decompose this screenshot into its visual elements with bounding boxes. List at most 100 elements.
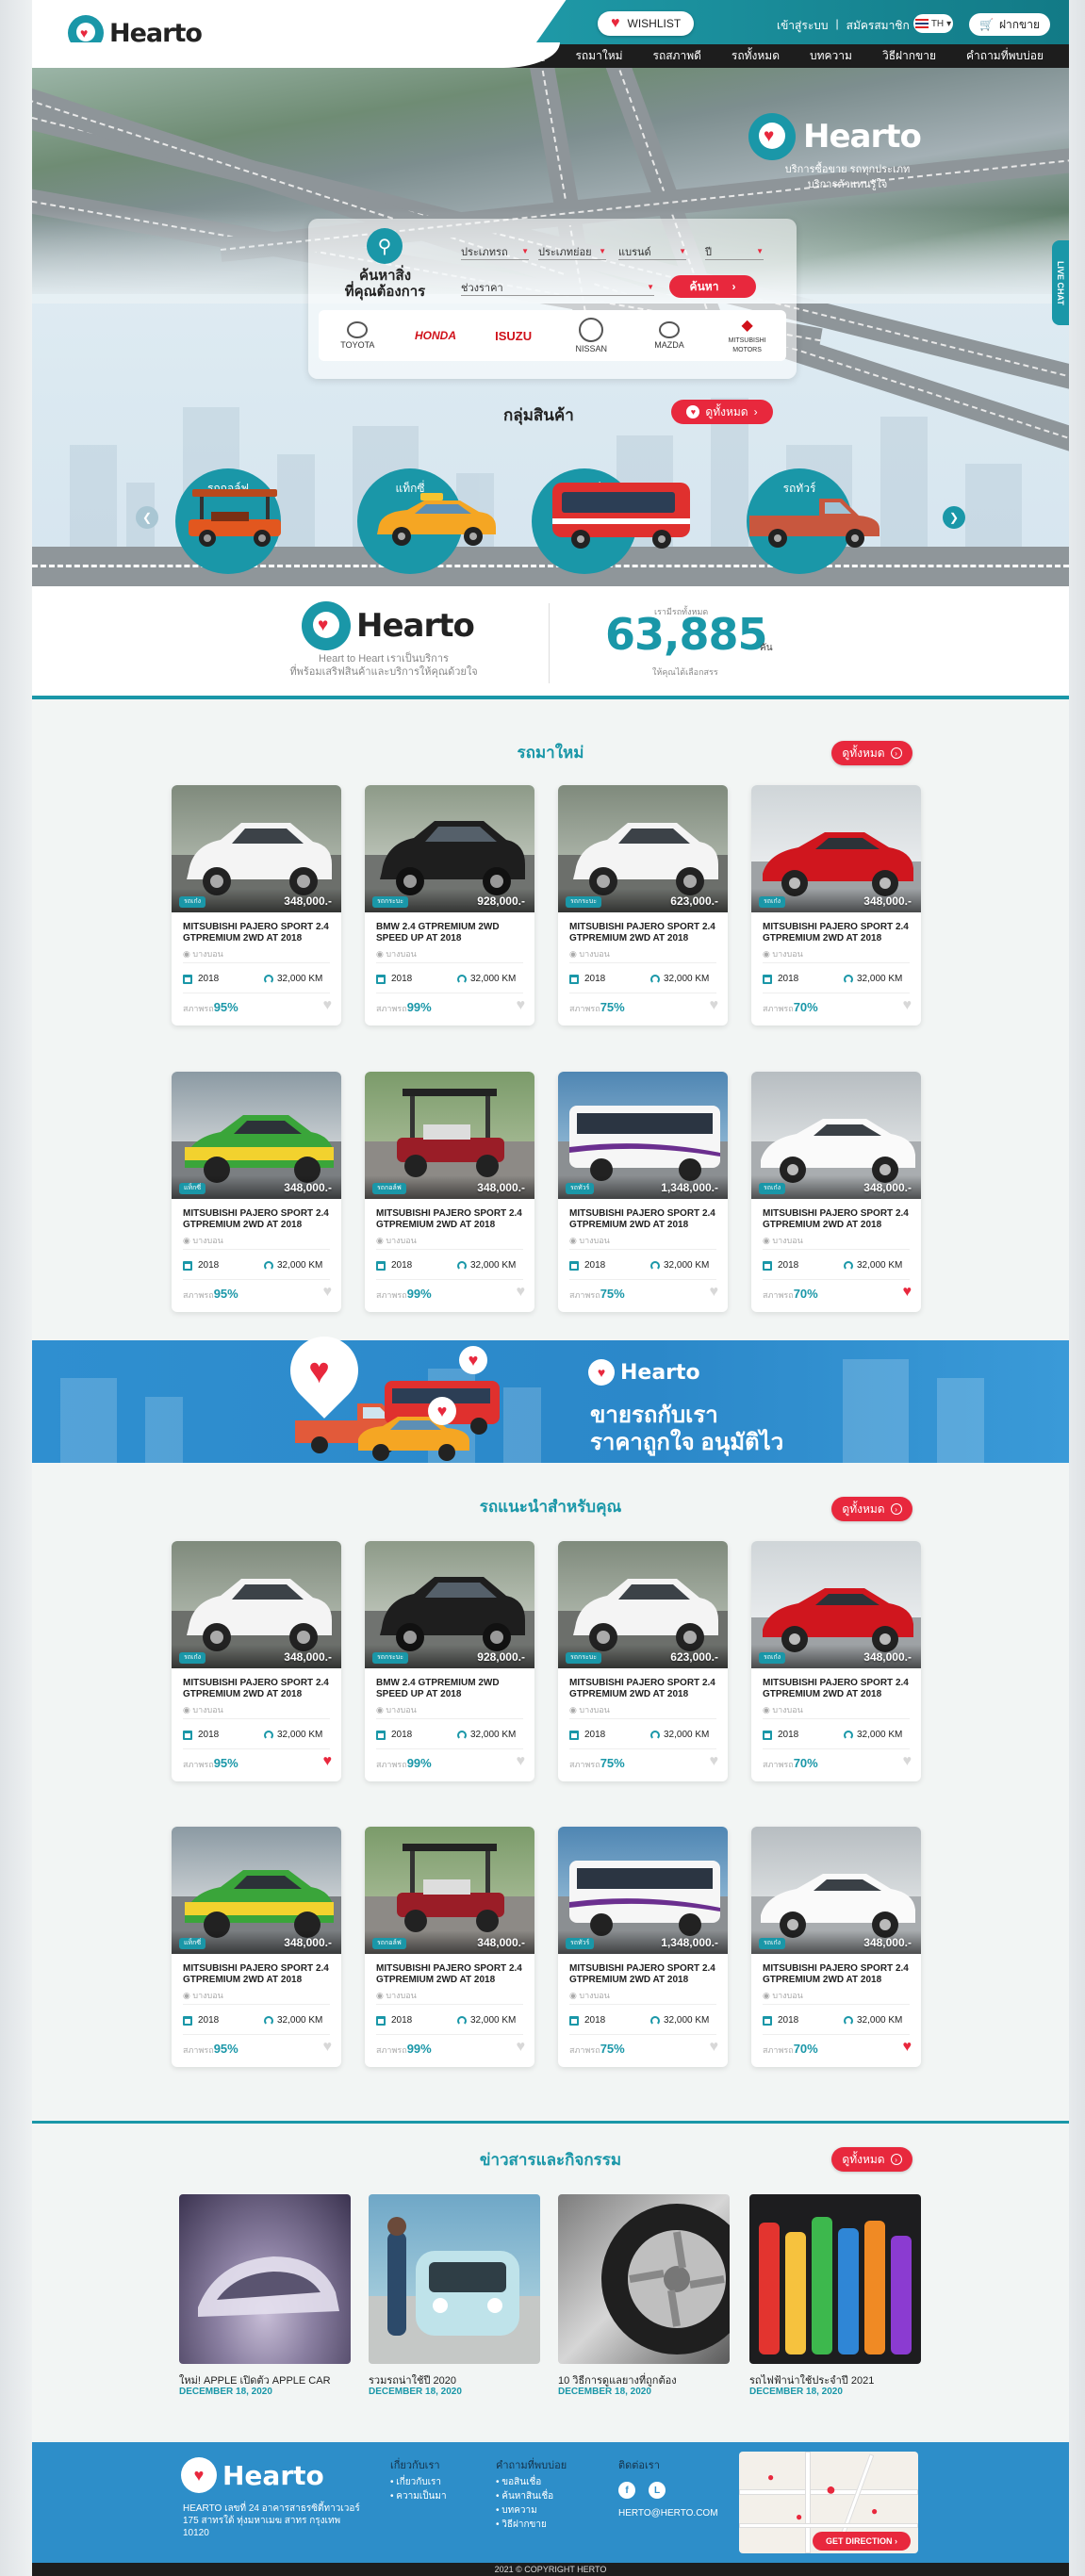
- favorite-heart-icon[interactable]: ♥: [710, 1285, 719, 1300]
- car-card[interactable]: รถกระบะ 928,000.- BMW 2.4 GTPREMIUM 2WD SP…: [365, 1541, 534, 1781]
- car-card[interactable]: รถเก๋ง 348,000.- MITSUBISHI PAJERO SPORT 2…: [751, 1072, 921, 1312]
- footer-logo[interactable]: ♥ Hearto: [181, 2457, 324, 2493]
- car-card[interactable]: รถเก๋ง 348,000.- MITSUBISHI PAJERO SPORT 2…: [751, 785, 921, 1025]
- nav-item-how-to-sell[interactable]: วิธีฝากขาย: [867, 47, 951, 65]
- site-frame: ♥ Hearto ♥ WISHLIST เข้าสู่ระบบ | สมัครส…: [32, 0, 1069, 2576]
- favorite-heart-icon[interactable]: ♥: [323, 2040, 333, 2055]
- type-select[interactable]: ประเภทรถ ▼: [461, 243, 529, 260]
- car-card[interactable]: รถกระบะ 928,000.- BMW 2.4 GTPREMIUM 2WD SP…: [365, 785, 534, 1025]
- search-button[interactable]: ค้นหา ›: [669, 275, 756, 298]
- favorite-heart-icon[interactable]: ♥: [517, 1754, 526, 1769]
- brand-select[interactable]: แบรนด์ ▼: [618, 243, 686, 260]
- footer-link[interactable]: • ขอสินเชื่อ: [496, 2475, 567, 2489]
- favorite-heart-icon[interactable]: ♥: [903, 1754, 912, 1769]
- footer-link[interactable]: • ความเป็นมา: [390, 2489, 447, 2503]
- footer-email[interactable]: HERTO@HERTO.COM: [618, 2508, 718, 2519]
- car-card[interactable]: รถเก๋ง 348,000.- MITSUBISHI PAJERO SPORT 2…: [751, 1541, 921, 1781]
- line-icon[interactable]: L: [649, 2482, 666, 2499]
- favorite-heart-icon[interactable]: ♥: [323, 1754, 333, 1769]
- location-pin-icon: ◉: [569, 1991, 577, 2000]
- car-card[interactable]: รถเก๋ง 348,000.- MITSUBISHI PAJERO SPORT 2…: [751, 1827, 921, 2067]
- carousel-prev-button[interactable]: ❮: [136, 506, 158, 529]
- groups-view-all-button[interactable]: ♥ ดูทั้งหมด ›: [671, 400, 773, 424]
- footer-link[interactable]: • ค้นหาสินเชื่อ: [496, 2489, 567, 2503]
- car-card[interactable]: รถกระบะ 623,000.- MITSUBISHI PAJERO SPORT …: [558, 785, 728, 1025]
- favorite-heart-icon[interactable]: ♥: [710, 1754, 719, 1769]
- favorite-heart-icon[interactable]: ♥: [323, 998, 333, 1013]
- brand-toyota[interactable]: TOYOTA: [331, 321, 384, 350]
- brand-isuzu[interactable]: ISUZU: [487, 329, 540, 343]
- car-image: [172, 1827, 341, 1954]
- car-card[interactable]: รถทัวร์ 1,348,000.- MITSUBISHI PAJERO SPOR…: [558, 1827, 728, 2067]
- recommended-view-all-button[interactable]: ดูทั้งหมด ›: [831, 1497, 912, 1521]
- brand-honda[interactable]: HONDA: [409, 329, 462, 342]
- car-location: ◉ บางบอน: [569, 947, 610, 960]
- site-footer: ♥ Hearto HEARTO เลขที่ 24 อาคารสาธรซิตี้ท…: [32, 2442, 1069, 2563]
- chevron-down-icon: ▼: [599, 247, 606, 255]
- footer-faq-title: คำถามที่พบบ่อย: [496, 2460, 567, 2471]
- nav-item-good-condition[interactable]: รถสภาพดี: [638, 47, 716, 65]
- toyota-logo-icon: [347, 321, 369, 338]
- language-select[interactable]: TH ▾: [913, 14, 953, 33]
- news-item[interactable]: รวมรถน่าใช้ปี 2020 DECEMBER 18, 2020: [369, 2194, 540, 2419]
- car-location: ◉ บางบอน: [569, 1234, 610, 1247]
- favorite-heart-icon[interactable]: ♥: [517, 1285, 526, 1300]
- footer-link[interactable]: • บทความ: [496, 2503, 567, 2518]
- footer-link[interactable]: • เกี่ยวกับเรา: [390, 2475, 447, 2489]
- car-price: 623,000.-: [670, 1650, 718, 1664]
- brand-nissan[interactable]: NISSAN: [565, 318, 617, 353]
- news-image-honda-n: [369, 2194, 540, 2364]
- sell-banner[interactable]: ♥ ♥ ♥ ♥ Hearto ขายรถกับเรา ราคาถูกใจ อนุม…: [32, 1322, 1069, 1463]
- price-select[interactable]: ช่วงราคา ▼: [461, 279, 654, 296]
- car-card[interactable]: รถกระบะ 623,000.- MITSUBISHI PAJERO SPORT …: [558, 1541, 728, 1781]
- car-condition-label: สภาพรถ: [569, 2045, 600, 2055]
- car-card[interactable]: แท็กซี่ 348,000.- MITSUBISHI PAJERO SPORT …: [172, 1072, 341, 1312]
- new-cars-view-all-button[interactable]: ดูทั้งหมด ›: [831, 741, 912, 765]
- news-item[interactable]: รถไฟฟ้าน่าใช้ประจำปี 2021 DECEMBER 18, 2…: [749, 2194, 921, 2419]
- brand-mazda[interactable]: MAZDA: [643, 321, 696, 350]
- location-pin-icon: ◉: [376, 1705, 384, 1715]
- get-direction-button[interactable]: GET DIRECTION ›: [813, 2532, 911, 2551]
- favorite-heart-icon[interactable]: ♥: [903, 1285, 912, 1300]
- favorite-heart-icon[interactable]: ♥: [517, 998, 526, 1013]
- car-condition: สภาพรถ95%: [183, 1000, 238, 1015]
- wishlist-button[interactable]: ♥ WISHLIST: [598, 11, 695, 36]
- nav-item-articles[interactable]: บทความ: [795, 47, 867, 65]
- cart-icon: 🛒: [979, 18, 994, 31]
- subtype-select[interactable]: ประเภทย่อย ▼: [538, 243, 606, 260]
- brand-mitsubishi[interactable]: ◆ MITSUBISHI MOTORS: [721, 318, 774, 353]
- car-card[interactable]: รถกอล์ฟ 348,000.- MITSUBISHI PAJERO SPORT …: [365, 1827, 534, 2067]
- nav-item-all-cars[interactable]: รถทั้งหมด: [716, 47, 795, 65]
- home-icon[interactable]: ⌂: [522, 49, 560, 64]
- location-pin-icon: ◉: [763, 949, 770, 959]
- facebook-icon[interactable]: f: [618, 2482, 635, 2499]
- year-select[interactable]: ปี ▼: [705, 243, 764, 260]
- favorite-heart-icon[interactable]: ♥: [903, 998, 912, 1013]
- nav-item-faq[interactable]: คำถามที่พบบ่อย: [951, 47, 1059, 65]
- heart-icon: ♥: [611, 15, 620, 31]
- news-view-all-button[interactable]: ดูทั้งหมด ›: [831, 2147, 912, 2172]
- favorite-heart-icon[interactable]: ♥: [517, 2040, 526, 2055]
- sell-button[interactable]: 🛒 ฝากขาย: [969, 13, 1050, 36]
- gauge-icon: [650, 2015, 660, 2026]
- favorite-heart-icon[interactable]: ♥: [710, 2040, 719, 2055]
- favorite-heart-icon[interactable]: ♥: [903, 2040, 912, 2055]
- live-chat-tab[interactable]: LIVE CHAT: [1052, 240, 1069, 325]
- car-card[interactable]: รถกอล์ฟ 348,000.- MITSUBISHI PAJERO SPORT …: [365, 1072, 534, 1312]
- car-image: [365, 1072, 534, 1199]
- footer-link[interactable]: • วิธีฝากขาย: [496, 2518, 567, 2532]
- car-card[interactable]: รถทัวร์ 1,348,000.- MITSUBISHI PAJERO SPOR…: [558, 1072, 728, 1312]
- login-link[interactable]: เข้าสู่ระบบ: [777, 17, 829, 35]
- car-card[interactable]: รถเก๋ง 348,000.- MITSUBISHI PAJERO SPORT 2…: [172, 785, 341, 1025]
- news-item[interactable]: 10 วิธีการดูแลยางที่ถูกต้อง DECEMBER 18,…: [558, 2194, 730, 2419]
- carousel-next-button[interactable]: ❯: [943, 506, 965, 529]
- car-location-label: บางบอน: [579, 1236, 610, 1245]
- register-link[interactable]: สมัครสมาชิก: [847, 17, 910, 35]
- car-card[interactable]: รถเก๋ง 348,000.- MITSUBISHI PAJERO SPORT 2…: [172, 1541, 341, 1781]
- favorite-heart-icon[interactable]: ♥: [323, 1285, 333, 1300]
- nav-item-new-cars[interactable]: รถมาใหม่: [560, 47, 637, 65]
- map-pin-icon: ●: [767, 2470, 775, 2484]
- favorite-heart-icon[interactable]: ♥: [710, 998, 719, 1013]
- car-card[interactable]: แท็กซี่ 348,000.- MITSUBISHI PAJERO SPORT …: [172, 1827, 341, 2067]
- news-item[interactable]: ใหม่! APPLE เปิดตัว APPLE CAR DECEMBER 1…: [179, 2194, 351, 2419]
